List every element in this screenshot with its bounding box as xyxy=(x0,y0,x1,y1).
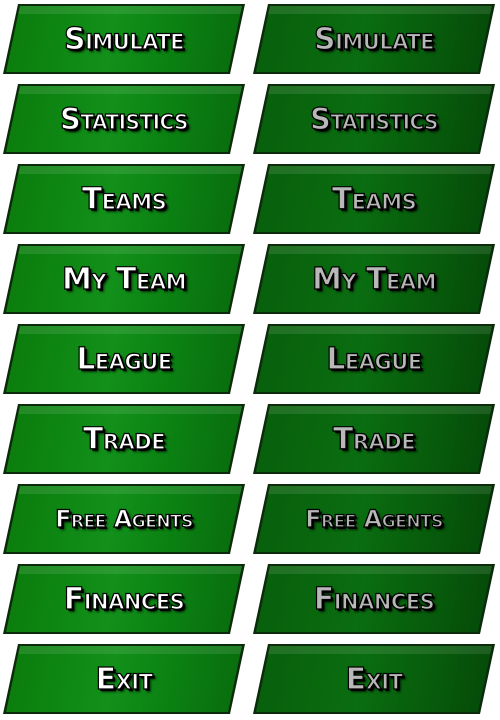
statistics-button-pressed-label: Statistics xyxy=(309,101,439,136)
my-team-button-pressed[interactable]: My Team xyxy=(252,242,496,316)
free-agents-button-pressed[interactable]: Free Agents xyxy=(252,482,496,556)
exit-button-pressed-label: Exit xyxy=(345,661,404,697)
league-button-pressed[interactable]: League xyxy=(252,322,496,396)
statistics-button-pressed[interactable]: Statistics xyxy=(252,82,496,156)
teams-button-pressed-label: Teams xyxy=(331,181,417,217)
teams-button[interactable]: Teams xyxy=(2,162,246,236)
statistics-button[interactable]: Statistics xyxy=(2,82,246,156)
simulate-button[interactable]: Simulate xyxy=(2,2,246,76)
trade-button-pressed-label: Trade xyxy=(332,421,416,457)
simulate-button-pressed-label: Simulate xyxy=(313,21,435,57)
exit-button-pressed[interactable]: Exit xyxy=(252,642,496,716)
trade-button-pressed[interactable]: Trade xyxy=(252,402,496,476)
free-agents-button-pressed-label: Free Agents xyxy=(305,504,444,533)
teams-button-label: Teams xyxy=(81,181,167,217)
finances-button-pressed-label: Finances xyxy=(313,581,435,617)
my-team-button-label: My Team xyxy=(61,261,187,297)
simulate-button-pressed[interactable]: Simulate xyxy=(252,2,496,76)
finances-button-label: Finances xyxy=(63,581,185,617)
my-team-button[interactable]: My Team xyxy=(2,242,246,316)
button-sprite-sheet: Simulate Simulate Statistics Statistics … xyxy=(0,0,500,720)
finances-button[interactable]: Finances xyxy=(2,562,246,636)
league-button[interactable]: League xyxy=(2,322,246,396)
league-button-pressed-label: League xyxy=(326,341,423,377)
trade-button[interactable]: Trade xyxy=(2,402,246,476)
simulate-button-label: Simulate xyxy=(63,21,185,57)
teams-button-pressed[interactable]: Teams xyxy=(252,162,496,236)
statistics-button-label: Statistics xyxy=(59,101,189,136)
trade-button-label: Trade xyxy=(82,421,166,457)
exit-button[interactable]: Exit xyxy=(2,642,246,716)
finances-button-pressed[interactable]: Finances xyxy=(252,562,496,636)
free-agents-button-label: Free Agents xyxy=(55,504,194,533)
exit-button-label: Exit xyxy=(95,661,154,697)
league-button-label: League xyxy=(76,341,173,377)
my-team-button-pressed-label: My Team xyxy=(311,261,437,297)
free-agents-button[interactable]: Free Agents xyxy=(2,482,246,556)
